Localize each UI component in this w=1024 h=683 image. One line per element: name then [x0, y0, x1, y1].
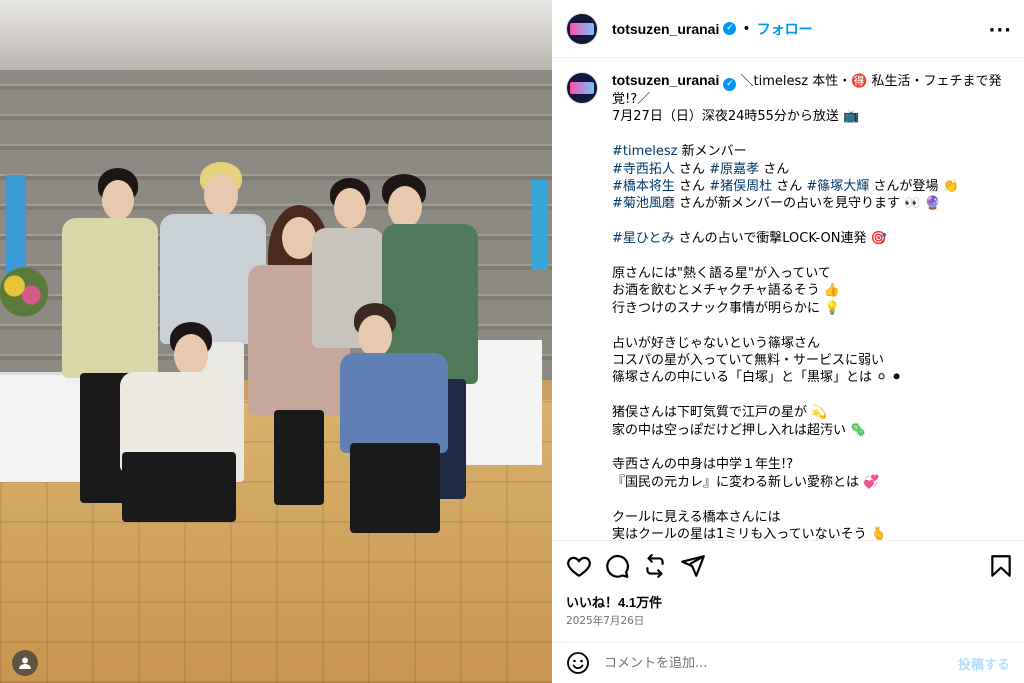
photo-blue-panel — [532, 180, 548, 270]
hashtag-link[interactable]: #篠塚大輝 — [806, 179, 869, 194]
post-comment-button[interactable]: 投稿する — [958, 654, 1010, 673]
caption-line: コスパの星が入っていて無料・サービスに弱い — [612, 353, 884, 369]
caption-line — [612, 126, 1010, 143]
caption-text: さん — [674, 179, 710, 195]
caption-line: お酒を飲むとメチャクチャ語るそう 👍 — [612, 283, 841, 299]
caption-body: totsuzen_uranai ✓ ＼timelesz 本性・🉐 私生活・フェチま… — [612, 72, 1010, 540]
photo-flowers — [0, 262, 48, 322]
caption-line — [612, 439, 1010, 456]
verified-badge-icon: ✓ — [723, 22, 737, 35]
bookmark-icon[interactable] — [988, 553, 1014, 579]
caption-line: 占いが好きじゃないという篠塚さん — [612, 335, 821, 351]
separator-dot: • — [742, 20, 751, 37]
comment-input[interactable] — [604, 655, 958, 671]
caption-line — [612, 213, 1010, 230]
hashtag-link[interactable]: #原嘉孝 — [709, 162, 759, 177]
follow-button[interactable]: フォロー — [757, 19, 813, 39]
caption-text: さんの占いで衝撃LOCK-ON連発 🎯 — [674, 231, 887, 247]
caption-row: totsuzen_uranai ✓ ＼timelesz 本性・🉐 私生活・フェチま… — [566, 72, 1010, 540]
caption-line — [612, 317, 1010, 334]
verified-badge-icon: ✓ — [723, 78, 737, 91]
caption-line: #timelesz 新メンバー — [612, 143, 1010, 160]
emoji-icon[interactable] — [566, 651, 590, 675]
hashtag-link[interactable]: #猪俣周杜 — [709, 179, 772, 194]
comment-icon[interactable] — [604, 553, 630, 579]
caption-line — [612, 491, 1010, 508]
caption-scroll-area[interactable]: totsuzen_uranai ✓ ＼timelesz 本性・🉐 私生活・フェチま… — [552, 58, 1024, 540]
post-actions-bar — [552, 540, 1024, 590]
caption-line: 『国民の元カレ』に変わる新しい愛称とは 💞 — [612, 474, 880, 490]
post-photo[interactable] — [0, 0, 552, 683]
likes-count[interactable]: いいね！4.1万件 — [566, 592, 662, 611]
caption-text: さん — [772, 179, 807, 195]
hashtag-link[interactable]: #timelesz — [612, 144, 677, 159]
caption-line: 寺西さんの中身は中学１年生!? — [612, 457, 794, 473]
caption-first-line: totsuzen_uranai ✓ ＼timelesz 本性・🉐 私生活・フェチま… — [612, 72, 1010, 91]
account-avatar[interactable] — [566, 12, 598, 45]
caption-line: #星ひとみ さんの占いで衝撃LOCK-ON連発 🎯 — [612, 230, 1010, 247]
caption-line: #寺西拓人 さん #原嘉孝 さん — [612, 161, 1010, 178]
caption-username[interactable]: totsuzen_uranai — [612, 72, 719, 88]
caption-line — [612, 387, 1010, 404]
caption-line: 行きつけのスナック事情が明らかに 💡 — [612, 300, 841, 316]
photo-person — [116, 322, 240, 572]
send-icon[interactable] — [680, 553, 706, 579]
caption-text: 新メンバー — [677, 144, 747, 160]
repost-icon[interactable] — [642, 553, 668, 579]
tagged-user-icon[interactable] — [12, 650, 38, 676]
more-options-icon[interactable]: ··· — [988, 20, 1012, 41]
caption-text: さん — [759, 161, 790, 177]
caption-line: 7月27日（日）深夜24時55分から放送 📺 — [612, 109, 860, 125]
caption-lines: 覚!?／ 7月27日（日）深夜24時55分から放送 📺 #timelesz 新メンバ… — [612, 91, 1010, 540]
hashtag-link[interactable]: #橋本将生 — [612, 179, 675, 194]
caption-text: さんが登場 👏 — [869, 179, 959, 195]
caption-avatar[interactable] — [566, 72, 598, 104]
caption-line: ＼timelesz 本性・🉐 私生活・フェチまで発 — [740, 74, 1002, 89]
caption-line — [612, 248, 1010, 265]
comment-bar: 投稿する — [552, 642, 1024, 683]
caption-line: 実はクールの星は1ミリも入っていないそう 🫰 — [612, 527, 887, 540]
hashtag-link[interactable]: #星ひとみ — [612, 231, 675, 246]
post-date[interactable]: 2025年7月26日 — [566, 613, 644, 628]
caption-line: 猪俣さんは下町気質で江戸の星が 💫 — [612, 405, 828, 421]
caption-line: 覚!?／ — [612, 92, 651, 107]
post-header: totsuzen_uranai ✓ • フォロー ··· — [552, 0, 1024, 58]
caption-line: 原さんには"熱く語る星"が入っていて — [612, 266, 831, 282]
account-username[interactable]: totsuzen_uranai — [612, 21, 719, 37]
caption-text: さんが新メンバーの占いを見守ります 👀 🔮 — [674, 196, 941, 212]
caption-line: 篠塚さんの中にいる「白塚」と「黒塚」とは ⚪ ⚫ — [612, 370, 903, 386]
photo-ceiling — [0, 0, 552, 70]
caption-text: さん — [674, 161, 710, 177]
caption-line: #菊池風磨 さんが新メンバーの占いを見守ります 👀 🔮 — [612, 195, 1010, 212]
post-details-panel: totsuzen_uranai ✓ • フォロー ··· totsuzen_ur… — [552, 0, 1024, 683]
photo-person — [340, 303, 452, 543]
hashtag-link[interactable]: #菊池風磨 — [612, 196, 675, 211]
caption-line: #橋本将生 さん #猪俣周杜 さん #篠塚大輝 さんが登場 👏 — [612, 178, 1010, 195]
hashtag-link[interactable]: #寺西拓人 — [612, 162, 675, 177]
caption-line: 家の中は空っぽだけど押し入れは超汚い 🦠 — [612, 422, 867, 438]
caption-line: クールに見える橋本さんには — [612, 509, 781, 525]
heart-icon[interactable] — [566, 553, 592, 579]
